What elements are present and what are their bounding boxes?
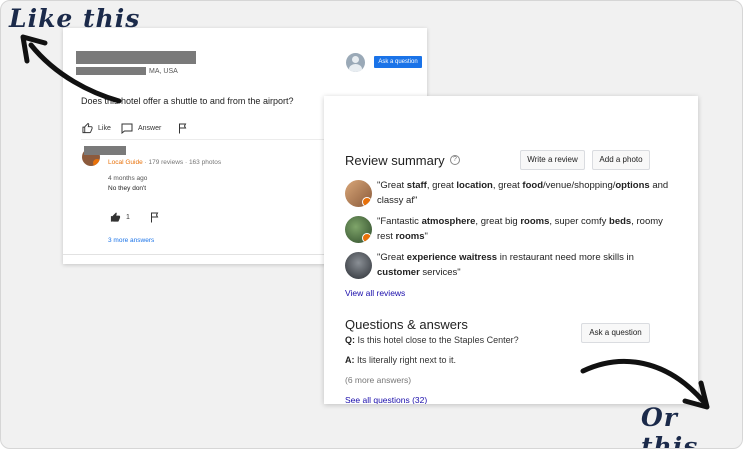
review-keyword: location [456, 180, 493, 191]
review-keyword: customer [377, 267, 420, 278]
q-prefix: Q: [345, 335, 355, 345]
review-text-fragment: "Great [377, 252, 407, 263]
review-text-fragment: , great [492, 180, 523, 191]
review-keyword: options [615, 180, 650, 191]
review-text-fragment: , super comfy [549, 216, 610, 227]
answer-report-button[interactable] [150, 212, 160, 223]
like-label: Like [98, 125, 111, 132]
a-prefix: A: [345, 355, 355, 365]
flag-icon [151, 212, 159, 223]
thumbs-up-icon [82, 123, 93, 134]
more-answers-link[interactable]: 3 more answers [108, 237, 154, 244]
like-count: 1 [126, 214, 130, 221]
review-text-fragment: " [424, 231, 428, 242]
guide-stats: · 179 reviews · 163 photos [142, 159, 222, 166]
question-row[interactable]: Q: Is this hotel close to the Staples Ce… [345, 335, 519, 345]
review-keyword: beds [609, 216, 632, 227]
local-guide-badge-icon [362, 197, 372, 207]
answer-text: No they don't [108, 185, 147, 192]
user-avatar-icon[interactable] [346, 53, 365, 72]
review-keyword: atmosphere [421, 216, 476, 227]
review-text-fragment: services" [419, 267, 461, 278]
redacted-city [76, 67, 146, 75]
reviewer-avatar[interactable] [345, 252, 372, 279]
annotation-or-this: Or this [641, 403, 699, 449]
like-button[interactable]: Like [82, 123, 111, 134]
local-guide-badge-icon [362, 233, 372, 243]
answer-row: A: Its literally right next to it. [345, 355, 456, 365]
view-all-reviews-link[interactable]: View all reviews [345, 288, 405, 298]
review-keyword: staff [406, 180, 427, 191]
local-guide-label: Local Guide [108, 159, 143, 166]
answer-text: Its literally right next to it. [354, 355, 457, 365]
review-keyword: food [522, 180, 543, 191]
more-answers-link[interactable]: (6 more answers) [345, 375, 411, 385]
answer-timestamp: 4 months ago [108, 175, 148, 182]
review-keyword: experience waitress [406, 252, 498, 263]
flag-icon [179, 123, 187, 134]
thumbs-up-icon [110, 212, 121, 222]
answer-like-button[interactable]: 1 [110, 212, 130, 223]
write-review-button[interactable]: Write a review [520, 150, 585, 170]
review-summary-card: Review summary ? Write a review Add a ph… [324, 96, 698, 404]
help-icon[interactable]: ? [450, 155, 460, 165]
review-text-fragment: "Great [377, 180, 407, 191]
questions-answers-title: Questions & answers [345, 317, 468, 332]
asker-location: MA, USA [149, 68, 178, 75]
review-keyword: rooms [395, 231, 425, 242]
review-text-fragment: in restaurant need more skills in [497, 252, 634, 263]
see-all-questions-link[interactable]: See all questions (32) [345, 395, 427, 404]
redacted-name [76, 51, 196, 64]
ask-question-button[interactable]: Ask a question [581, 323, 650, 343]
review-text-fragment: , great big [475, 216, 521, 227]
answer-label: Answer [138, 125, 162, 132]
review-snippet: "Fantastic atmosphere, great big rooms, … [377, 214, 677, 244]
local-guide-info: Local Guide · 179 reviews · 163 photos [108, 159, 221, 166]
review-text-fragment: , great [426, 180, 457, 191]
review-text-fragment: "Fantastic [377, 216, 422, 227]
review-summary-title: Review summary [345, 153, 445, 168]
add-photo-button[interactable]: Add a photo [592, 150, 650, 170]
answer-button[interactable]: Answer [121, 123, 161, 134]
ask-question-button[interactable]: Ask a question [374, 56, 422, 68]
reviewer-avatar[interactable] [345, 180, 372, 207]
review-text-fragment: /venue/shopping/ [543, 180, 616, 191]
comment-icon [121, 123, 133, 134]
review-snippet: "Great experience waitress in restaurant… [377, 250, 677, 280]
screenshot-frame: MA, USA Ask a question Does this hotel o… [0, 0, 743, 449]
reviewer-avatar[interactable] [345, 216, 372, 243]
review-snippet: "Great staff, great location, great food… [377, 178, 677, 208]
report-button[interactable] [178, 123, 188, 134]
annotation-like-this: Like this [9, 4, 141, 33]
question-text: Does this hotel offer a shuttle to and f… [81, 96, 294, 106]
arrowhead-icon [20, 34, 48, 64]
question-text: Is this hotel close to the Staples Cente… [355, 335, 519, 345]
redacted-answerer-name [84, 146, 126, 155]
review-keyword: rooms [520, 216, 550, 227]
